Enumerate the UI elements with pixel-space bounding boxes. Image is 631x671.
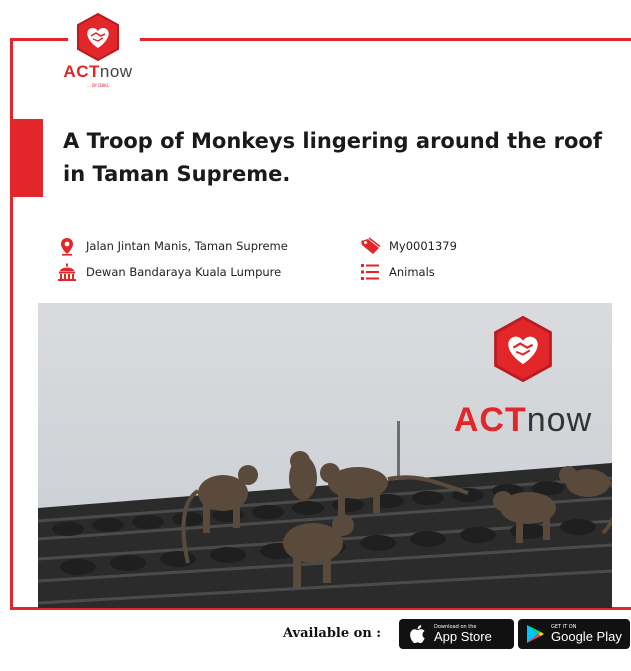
post-title: A Troop of Monkeys lingering around the … bbox=[63, 129, 602, 186]
ticket-id-text: My0001379 bbox=[389, 239, 457, 253]
title-accent-bar bbox=[13, 119, 43, 197]
watermark-now-text: now bbox=[526, 401, 593, 439]
watermark-act-text: ACT bbox=[453, 401, 527, 439]
authority-text: Dewan Bandaraya Kuala Lumpure bbox=[86, 265, 282, 279]
google-play-icon bbox=[527, 625, 544, 643]
meta-authority: Dewan Bandaraya Kuala Lumpure bbox=[56, 262, 281, 282]
google-play-big-text: Google Play bbox=[551, 629, 622, 644]
logo-tagline: ... BY DBKL bbox=[86, 83, 109, 88]
frame-top-line-right bbox=[140, 38, 631, 41]
list-icon bbox=[359, 262, 381, 282]
logo-act-text: ACT bbox=[63, 62, 100, 81]
logo-now-text: now bbox=[99, 62, 133, 81]
google-play-button[interactable]: GET IT ON Google Play bbox=[518, 619, 630, 649]
meta-location: Jalan Jintan Manis, Taman Supreme bbox=[56, 236, 288, 256]
meta-ticket: My0001379 bbox=[359, 236, 457, 256]
report-photo: ACTnow bbox=[38, 303, 612, 608]
apple-icon bbox=[410, 625, 425, 644]
logo-wordmark: ACTnow bbox=[48, 62, 148, 82]
available-on-label: Available on : bbox=[283, 626, 382, 641]
app-store-big-text: App Store bbox=[434, 629, 492, 644]
google-play-text: GET IT ON Google Play bbox=[551, 624, 622, 644]
watermark-heart-hand-icon bbox=[494, 315, 552, 383]
app-store-button[interactable]: Download on the App Store bbox=[399, 619, 514, 649]
tag-icon bbox=[359, 236, 381, 256]
app-store-text: Download on the App Store bbox=[434, 624, 492, 644]
actnow-logo: ACTnow ... BY DBKL bbox=[48, 12, 148, 92]
watermark-wordmark: ACTnow bbox=[428, 401, 612, 440]
photo-watermark-logo: ACTnow bbox=[428, 313, 612, 443]
location-text: Jalan Jintan Manis, Taman Supreme bbox=[86, 239, 288, 253]
category-text: Animals bbox=[389, 265, 435, 279]
building-icon bbox=[56, 262, 78, 282]
actnow-heart-hand-icon bbox=[77, 12, 119, 62]
meta-category: Animals bbox=[359, 262, 435, 282]
location-pin-icon bbox=[56, 236, 78, 256]
